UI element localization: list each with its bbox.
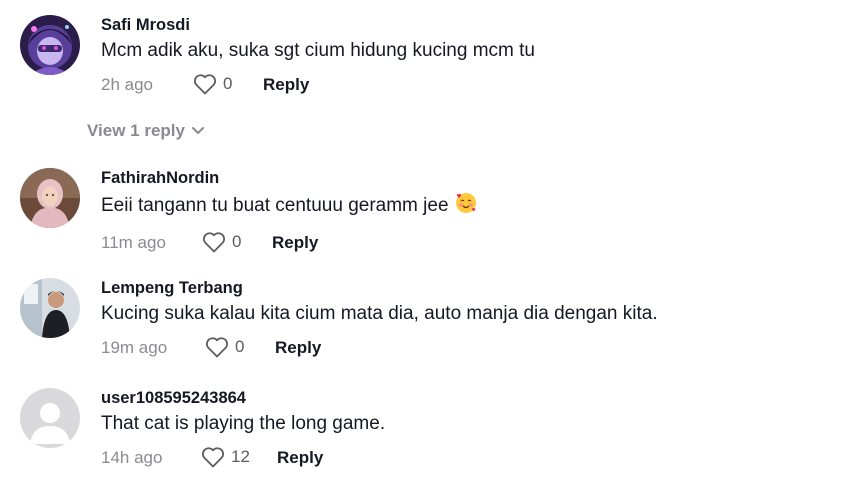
- comment-body: user108595243864 That cat is playing the…: [101, 388, 385, 472]
- heart-icon: [202, 232, 226, 253]
- avatar[interactable]: [20, 15, 80, 75]
- view-replies-button[interactable]: View 1 reply: [87, 121, 205, 141]
- smiling-face-with-hearts-emoji: [455, 192, 477, 221]
- avatar[interactable]: [20, 278, 80, 338]
- like-button[interactable]: 0: [205, 336, 244, 358]
- comment-text: Mcm adik aku, suka sgt cium hidung kucin…: [101, 40, 536, 61]
- heart-icon: [201, 447, 225, 468]
- like-button[interactable]: 0: [193, 73, 232, 95]
- comment-timestamp: 14h ago: [101, 448, 163, 467]
- default-user-avatar-icon: [20, 388, 80, 448]
- comment-username[interactable]: user108595243864: [101, 388, 385, 408]
- hijab-person-avatar-icon: [20, 168, 80, 228]
- comment-body: FathirahNordin Eeii tangann tu buat cent…: [101, 168, 477, 257]
- person-photo-avatar-icon: [20, 278, 80, 338]
- avatar[interactable]: [20, 168, 80, 228]
- comment-timestamp: 19m ago: [101, 338, 168, 357]
- comment-body: Lempeng Terbang Kucing suka kalau kita c…: [101, 278, 658, 362]
- like-count: 12: [231, 447, 250, 466]
- avatar[interactable]: [20, 388, 80, 448]
- comment-username[interactable]: Lempeng Terbang: [101, 278, 658, 298]
- reply-button[interactable]: Reply: [263, 75, 309, 95]
- reply-button[interactable]: Reply: [277, 448, 323, 468]
- comment-text: Eeii tangann tu buat centuuu geramm jee: [101, 192, 477, 221]
- comment-username[interactable]: FathirahNordin: [101, 168, 477, 188]
- like-count: 0: [235, 337, 245, 356]
- reply-button[interactable]: Reply: [272, 233, 318, 253]
- heart-icon: [193, 74, 217, 95]
- reply-button[interactable]: Reply: [275, 338, 321, 358]
- anime-avatar-icon: [20, 15, 80, 75]
- like-count: 0: [232, 232, 242, 251]
- chevron-down-icon: [191, 127, 204, 134]
- comment-username[interactable]: Safi Mrosdi: [101, 15, 535, 35]
- like-button[interactable]: 12: [201, 446, 250, 468]
- comment-meta: 2h ago 0 Reply: [101, 73, 535, 99]
- comment-text: Kucing suka kalau kita cium mata dia, au…: [101, 303, 658, 324]
- like-button[interactable]: 0: [202, 231, 241, 253]
- comment-meta: 19m ago 0 Reply: [101, 336, 658, 362]
- comment-body: Safi Mrosdi Mcm adik aku, suka sgt cium …: [101, 15, 535, 99]
- comment-timestamp: 11m ago: [101, 233, 166, 252]
- comment-meta: 14h ago 12 Reply: [101, 446, 385, 472]
- view-replies-label: View 1 reply: [87, 121, 185, 140]
- comment-meta: 11m ago 0 Reply: [101, 231, 477, 257]
- comment-text-content: Eeii tangann tu buat centuuu geramm jee: [101, 195, 449, 216]
- comment-timestamp: 2h ago: [101, 75, 153, 94]
- heart-icon: [205, 337, 229, 358]
- like-count: 0: [223, 74, 233, 93]
- comment-text: That cat is playing the long game.: [101, 413, 386, 434]
